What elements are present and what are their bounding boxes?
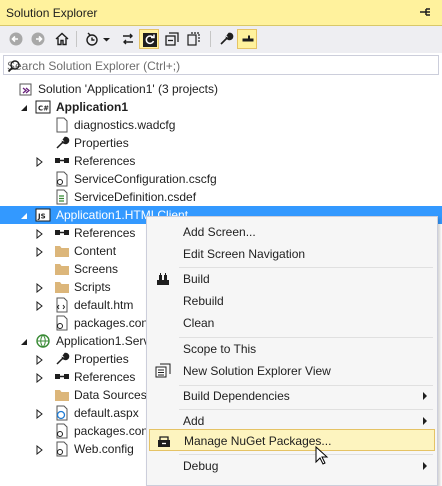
search-icon[interactable]: [7, 59, 434, 76]
tree-item-solution[interactable]: Solution 'Application1' (3 projects): [0, 80, 442, 98]
folder-icon: [54, 387, 70, 403]
collapse-arrow-icon[interactable]: [19, 336, 29, 346]
tree-item-diagnostics[interactable]: diagnostics.wadcfg: [0, 116, 442, 134]
tree-item-service-config[interactable]: ServiceConfiguration.cscfg: [0, 170, 442, 188]
nuget-icon: [156, 433, 172, 449]
search-input[interactable]: Search Solution Explorer (Ctrl+;): [3, 55, 439, 75]
menu-item-clean[interactable]: Clean: [149, 312, 435, 334]
tree-item-application1[interactable]: C# Application1: [0, 98, 442, 116]
tree-item-properties[interactable]: Properties: [0, 134, 442, 152]
history-icon[interactable]: [82, 29, 102, 49]
config-file-icon: [54, 423, 70, 439]
forward-icon[interactable]: [28, 29, 48, 49]
sync-icon[interactable]: [118, 29, 138, 49]
expand-arrow-icon[interactable]: [35, 300, 45, 312]
references-icon: [54, 369, 70, 385]
title-bar: Solution Explorer: [0, 0, 442, 26]
properties-icon[interactable]: [216, 29, 236, 49]
svg-text:JS: JS: [37, 213, 46, 221]
folder-icon: [54, 279, 70, 295]
submenu-arrow-icon: [423, 417, 427, 425]
menu-item-add-screen[interactable]: Add Screen...: [149, 221, 435, 243]
menu-item-edit-screen-navigation[interactable]: Edit Screen Navigation: [149, 243, 435, 265]
expand-arrow-icon[interactable]: [35, 246, 45, 258]
pin-icon[interactable]: [416, 3, 434, 21]
collapse-arrow-icon[interactable]: [19, 102, 29, 112]
wrench-icon: [54, 135, 70, 151]
expand-arrow-icon[interactable]: [35, 372, 45, 384]
submenu-arrow-icon: [423, 462, 427, 470]
menu-item-manage-nuget-packages[interactable]: Manage NuGet Packages...: [149, 429, 435, 451]
folder-icon: [54, 261, 70, 277]
new-view-icon: [155, 363, 171, 379]
expand-arrow-icon[interactable]: [35, 408, 45, 420]
refresh-icon[interactable]: [139, 29, 159, 49]
wrench-icon: [54, 351, 70, 367]
expand-arrow-icon[interactable]: [35, 444, 45, 456]
references-icon: [54, 153, 70, 169]
dropdown-arrow-icon[interactable]: [100, 29, 112, 49]
solution-icon: [18, 81, 34, 97]
back-icon[interactable]: [6, 29, 26, 49]
references-icon: [54, 225, 70, 241]
tree-item-service-def[interactable]: ServiceDefinition.csdef: [0, 188, 442, 206]
menu-item-rebuild[interactable]: Rebuild: [149, 290, 435, 312]
menu-item-debug[interactable]: Debug: [149, 455, 435, 477]
config-file-icon: [54, 171, 70, 187]
menu-item-scope-to-this[interactable]: Scope to This: [149, 338, 435, 360]
expand-arrow-icon[interactable]: [35, 156, 45, 168]
csharp-project-icon: C#: [35, 99, 51, 115]
html-file-icon: [54, 297, 70, 313]
expand-arrow-icon[interactable]: [35, 228, 45, 240]
window-title: Solution Explorer: [6, 6, 98, 20]
expand-arrow-icon[interactable]: [35, 282, 45, 294]
menu-item-new-solution-explorer-view[interactable]: New Solution Explorer View: [149, 360, 435, 382]
web-project-icon: [35, 333, 51, 349]
collapse-arrow-icon[interactable]: [19, 210, 29, 220]
definition-file-icon: [54, 189, 70, 205]
build-icon: [155, 271, 171, 287]
menu-item-build[interactable]: Build: [149, 268, 435, 290]
expand-arrow-icon[interactable]: [35, 354, 45, 366]
toolbar: [0, 26, 442, 53]
mouse-cursor-icon: [315, 445, 329, 469]
show-all-files-icon[interactable]: [184, 29, 204, 49]
file-icon: [54, 117, 70, 133]
home-icon[interactable]: [52, 29, 72, 49]
config-file-icon: [54, 315, 70, 331]
menu-item-build-dependencies[interactable]: Build Dependencies: [149, 385, 435, 407]
svg-text:C#: C#: [38, 105, 49, 113]
aspx-file-icon: [54, 405, 70, 421]
submenu-arrow-icon: [423, 392, 427, 400]
preview-icon[interactable]: [237, 29, 257, 49]
tree-item-references[interactable]: References: [0, 152, 442, 170]
context-menu: Add Screen... Edit Screen Navigation Bui…: [146, 216, 438, 486]
js-project-icon: JS: [35, 207, 51, 223]
folder-icon: [54, 243, 70, 259]
collapse-all-icon[interactable]: [162, 29, 182, 49]
config-file-icon: [54, 441, 70, 457]
